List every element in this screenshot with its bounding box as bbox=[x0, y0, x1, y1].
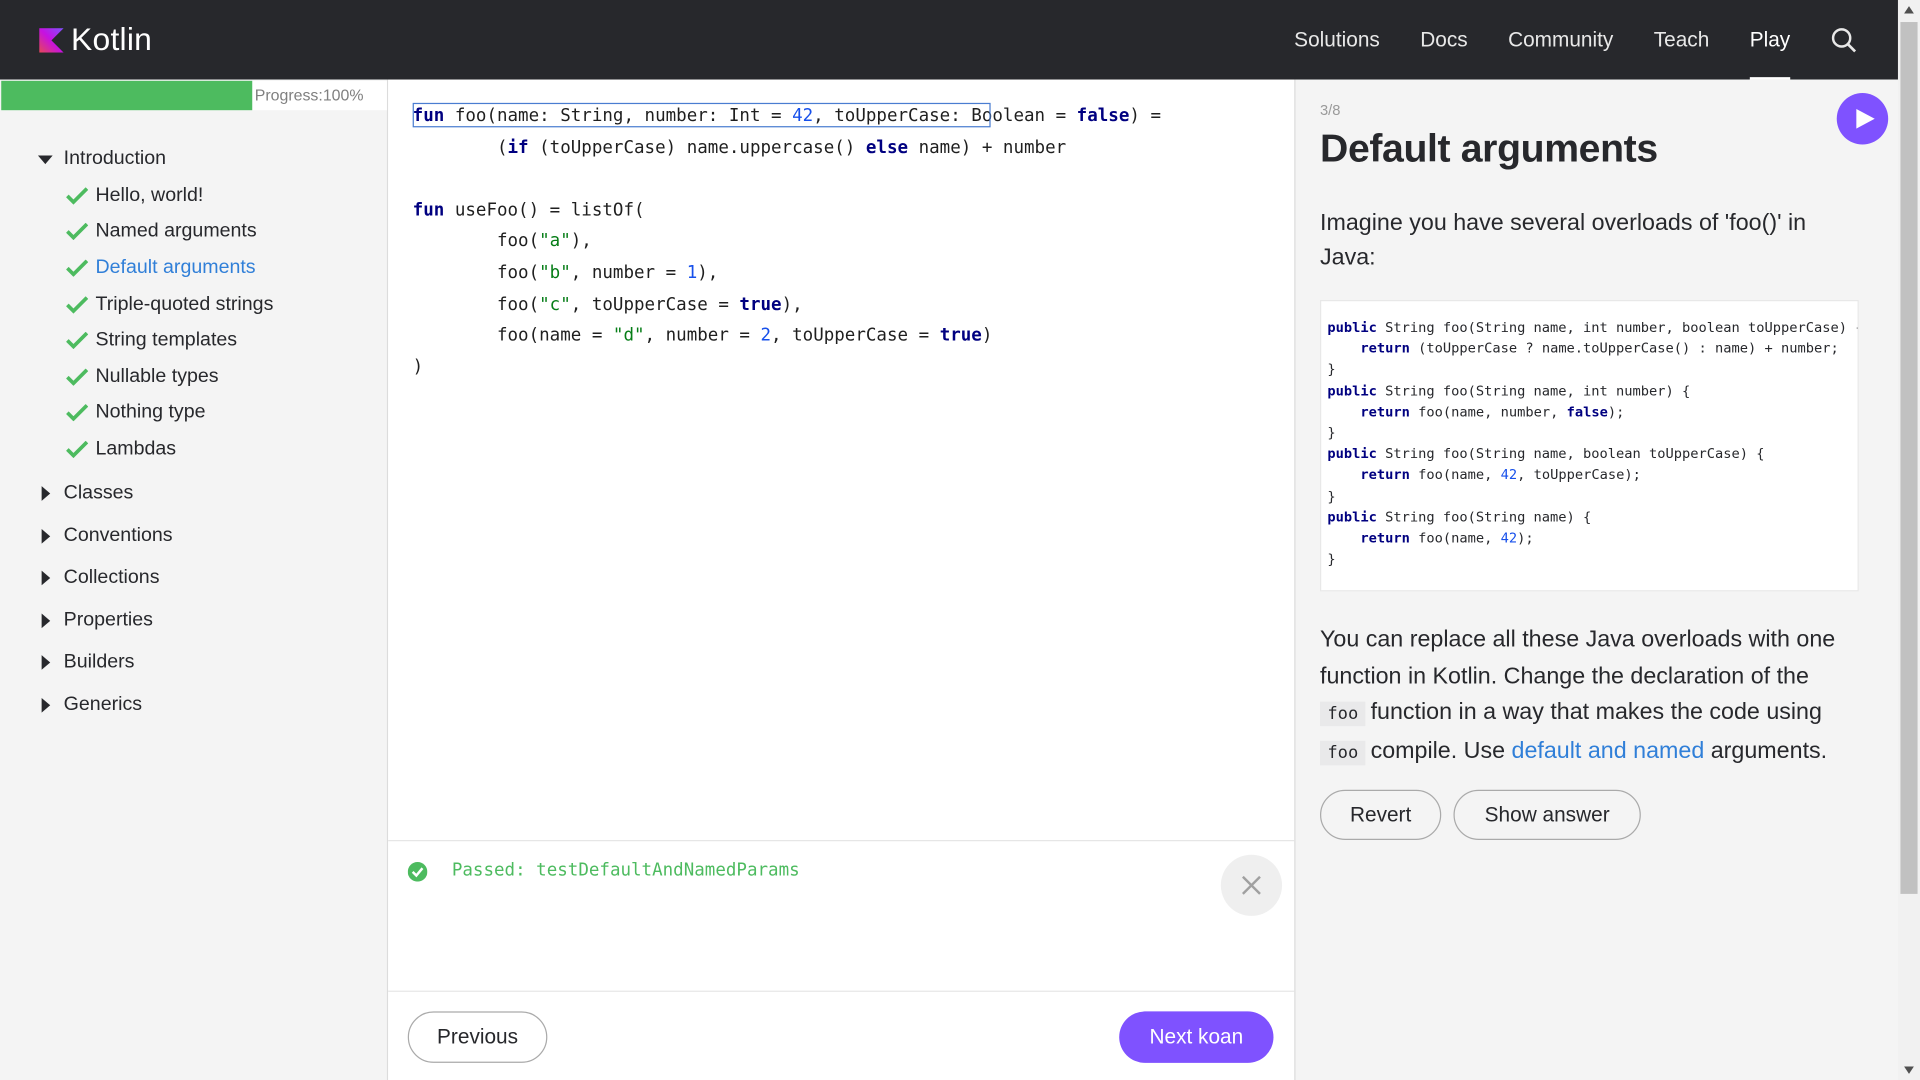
koan-label: Lambdas bbox=[95, 438, 177, 460]
koans-tree: Introduction Hello, world! Named argumen… bbox=[37, 141, 274, 727]
task-title: Default arguments bbox=[1320, 126, 1658, 171]
top-header: Kotlin Solutions Docs Community Teach Pl… bbox=[0, 0, 1898, 80]
section-label: Conventions bbox=[63, 524, 173, 546]
search-icon[interactable] bbox=[1831, 26, 1858, 53]
inline-code: foo bbox=[1320, 740, 1366, 765]
section-properties[interactable]: Properties bbox=[37, 599, 274, 641]
section-classes[interactable]: Classes bbox=[37, 472, 274, 514]
play-icon bbox=[1855, 108, 1875, 129]
caret-right-icon bbox=[41, 486, 51, 501]
checkmark-icon bbox=[66, 187, 89, 205]
checkmark-icon bbox=[66, 259, 89, 277]
caret-down-icon bbox=[37, 155, 53, 165]
koan-string-templates[interactable]: String templates bbox=[37, 323, 274, 359]
task-description-panel: 3/8 Default arguments Imagine you have s… bbox=[1294, 79, 1898, 1080]
nav-docs[interactable]: Docs bbox=[1420, 0, 1467, 80]
desc-text: function in a way that makes the code us… bbox=[1370, 699, 1822, 725]
progress-bar: Progress:100% bbox=[1, 80, 387, 111]
kotlin-logo-icon bbox=[39, 27, 64, 53]
inline-code: foo bbox=[1320, 701, 1366, 727]
caret-right-icon bbox=[41, 528, 51, 544]
progress-label: Progress:100% bbox=[254, 85, 364, 105]
next-koan-button[interactable]: Next koan bbox=[1119, 1011, 1274, 1063]
scroll-up-arrow-icon[interactable] bbox=[1903, 5, 1915, 15]
nav-solutions[interactable]: Solutions bbox=[1294, 0, 1380, 80]
section-label: Builders bbox=[63, 651, 135, 673]
koan-label: Nothing type bbox=[95, 402, 206, 423]
koan-triple-quoted-strings[interactable]: Triple-quoted strings bbox=[37, 286, 274, 322]
revert-button[interactable]: Revert bbox=[1320, 789, 1442, 841]
section-generics[interactable]: Generics bbox=[37, 684, 274, 726]
nav-teach[interactable]: Teach bbox=[1654, 0, 1710, 80]
caret-right-icon bbox=[41, 655, 51, 671]
koan-label: Nullable types bbox=[95, 365, 219, 387]
section-label: Collections bbox=[63, 567, 160, 589]
progress-fill bbox=[1, 80, 252, 111]
section-collections[interactable]: Collections bbox=[37, 557, 274, 599]
step-counter: 3/8 bbox=[1320, 101, 1341, 119]
koan-label: Triple-quoted strings bbox=[95, 293, 274, 315]
checkmark-icon bbox=[66, 295, 89, 313]
desc-text: arguments. bbox=[1710, 737, 1828, 764]
koan-navigation: Previous Next koan bbox=[388, 990, 1295, 1080]
kotlin-logo[interactable]: Kotlin bbox=[39, 21, 152, 59]
test-output-panel: Passed: testDefaultAndNamedParams bbox=[388, 840, 1295, 991]
scroll-down-arrow-icon[interactable] bbox=[1903, 1065, 1915, 1075]
previous-button[interactable]: Previous bbox=[407, 1011, 548, 1063]
caret-right-icon bbox=[41, 613, 51, 628]
checkmark-icon bbox=[66, 404, 89, 422]
section-label: Properties bbox=[63, 609, 153, 631]
koan-nothing-type[interactable]: Nothing type bbox=[37, 395, 274, 431]
java-code-content: public String foo(String name, int numbe… bbox=[1327, 319, 1857, 568]
koan-label: String templates bbox=[95, 329, 238, 351]
page-scrollbar[interactable] bbox=[1897, 0, 1920, 1080]
checkmark-icon bbox=[66, 440, 89, 458]
checkmark-icon bbox=[66, 332, 89, 350]
checkmark-icon bbox=[66, 223, 89, 241]
java-code-block: public String foo(String name, int numbe… bbox=[1320, 300, 1859, 592]
caret-right-icon bbox=[41, 570, 51, 586]
default-named-arguments-link[interactable]: default and named bbox=[1512, 738, 1705, 764]
section-builders[interactable]: Builders bbox=[37, 642, 274, 684]
main-nav: Solutions Docs Community Teach Play bbox=[1294, 0, 1898, 80]
logo-text: Kotlin bbox=[71, 20, 153, 58]
scrollbar-thumb[interactable] bbox=[1900, 22, 1918, 894]
koan-label: Default arguments bbox=[95, 257, 256, 278]
test-result-text: Passed: testDefaultAndNamedParams bbox=[451, 860, 800, 881]
koan-nullable-types[interactable]: Nullable types bbox=[37, 359, 274, 395]
show-answer-button[interactable]: Show answer bbox=[1453, 789, 1641, 841]
section-introduction[interactable]: Introduction bbox=[37, 141, 274, 178]
desc-text: compile. Use bbox=[1370, 737, 1506, 764]
section-conventions[interactable]: Conventions bbox=[37, 515, 274, 557]
koan-hello-world[interactable]: Hello, world! bbox=[37, 178, 274, 214]
section-label: Generics bbox=[63, 694, 143, 716]
check-circle-icon bbox=[407, 862, 428, 882]
caret-right-icon bbox=[41, 697, 51, 713]
nav-play[interactable]: Play bbox=[1749, 0, 1791, 80]
task-description: You can replace all these Java overloads… bbox=[1320, 622, 1871, 771]
desc-text: You can replace all these Java overloads… bbox=[1320, 626, 1836, 689]
nav-community[interactable]: Community bbox=[1508, 0, 1613, 80]
koan-lambdas[interactable]: Lambdas bbox=[37, 431, 274, 467]
close-output-button[interactable] bbox=[1220, 854, 1283, 916]
koan-label: Named arguments bbox=[95, 220, 257, 242]
koans-sidebar: Progress:100% Introduction Hello, world!… bbox=[0, 79, 389, 1080]
checkmark-icon bbox=[66, 368, 89, 386]
koan-label: Hello, world! bbox=[95, 184, 204, 206]
koan-default-arguments[interactable]: Default arguments bbox=[37, 250, 274, 286]
code-content[interactable]: fun foo(name: String, number: Int = 42, … bbox=[413, 102, 1161, 384]
code-editor[interactable]: fun foo(name: String, number: Int = 42, … bbox=[388, 79, 1295, 841]
task-intro: Imagine you have several overloads of 'f… bbox=[1320, 210, 1807, 271]
run-button[interactable] bbox=[1836, 93, 1889, 145]
close-icon bbox=[1242, 875, 1261, 895]
koan-named-arguments[interactable]: Named arguments bbox=[37, 214, 274, 250]
section-label: Introduction bbox=[63, 148, 167, 169]
section-label: Classes bbox=[63, 482, 134, 504]
